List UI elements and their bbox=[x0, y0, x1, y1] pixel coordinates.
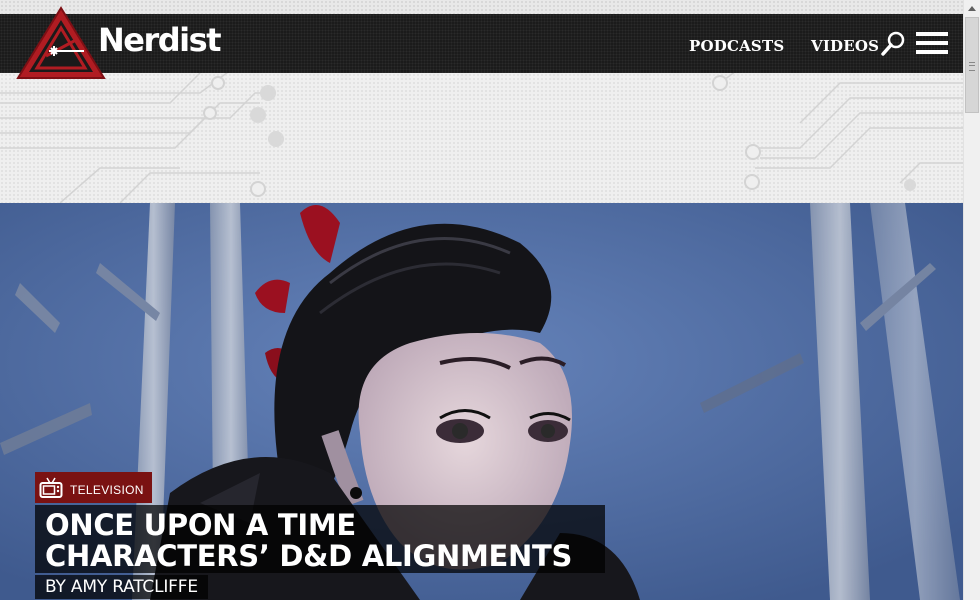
top-strip bbox=[0, 0, 963, 14]
main-nav: PODCASTS VIDEOS bbox=[17, 37, 980, 57]
category-badge[interactable]: TELEVISION bbox=[35, 472, 152, 503]
scrollbar-thumb[interactable] bbox=[965, 17, 979, 113]
scroll-up-arrow-icon[interactable] bbox=[964, 0, 980, 16]
hamburger-menu-icon[interactable] bbox=[916, 32, 948, 56]
article-byline[interactable]: BY AMY RATCLIFFE bbox=[35, 575, 208, 599]
byline-text: BY AMY RATCLIFFE bbox=[45, 577, 198, 597]
circuit-pattern-graphic bbox=[0, 73, 963, 203]
thumb-grip-icon bbox=[969, 62, 975, 71]
headline-line-1: ONCE UPON A TIME bbox=[45, 508, 356, 542]
nav-videos[interactable]: VIDEOS bbox=[811, 37, 879, 55]
circuit-banner bbox=[0, 73, 963, 203]
tv-icon bbox=[39, 477, 63, 498]
search-icon[interactable] bbox=[880, 30, 906, 58]
nav-podcasts[interactable]: PODCASTS bbox=[689, 37, 784, 55]
vertical-scrollbar[interactable] bbox=[963, 0, 980, 600]
headline-line-2: CHARACTERS’ D&D ALIGNMENTS bbox=[45, 539, 573, 573]
category-label: TELEVISION bbox=[70, 483, 144, 497]
article-headline[interactable]: ONCE UPON A TIME CHARACTERS’ D&D ALIGNME… bbox=[35, 505, 605, 573]
